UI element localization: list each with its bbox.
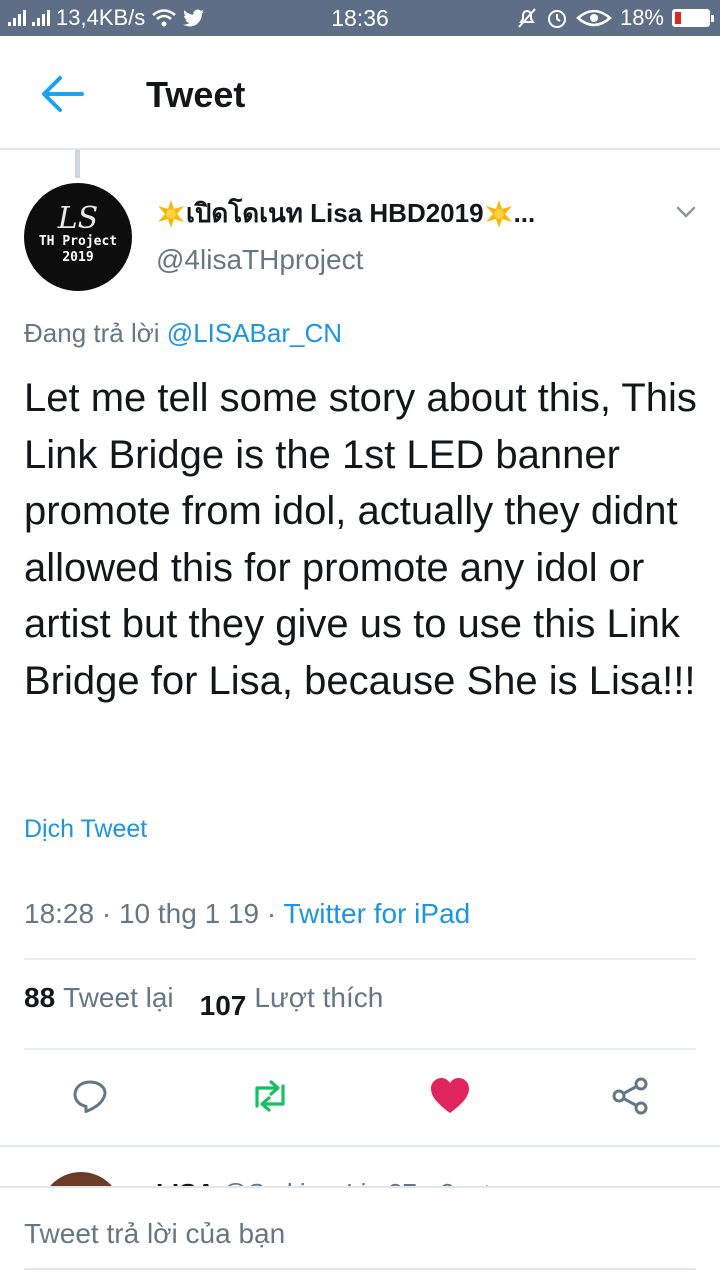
status-bar: 13,4KB/s 18:36 18%: [0, 0, 720, 36]
speech-bubble-icon: [73, 1080, 107, 1113]
tweet-time: 18:28: [24, 898, 95, 929]
replying-prefix: Đang trả lời: [24, 318, 160, 348]
battery-fill: [675, 12, 682, 24]
heart-icon: [431, 1078, 469, 1113]
eye-icon: [576, 9, 612, 27]
thread-connector-line: [75, 150, 80, 178]
share-button[interactable]: [604, 1070, 656, 1122]
mute-bell-icon: [518, 8, 536, 28]
reply-input[interactable]: Tweet trả lời của bạn: [24, 1218, 285, 1250]
arrow-left-icon: [42, 76, 84, 112]
share-icon: [612, 1077, 648, 1115]
star-burst-icon-2: [485, 199, 512, 228]
replying-to: Đang trả lời @LISABar_CN: [24, 318, 342, 349]
back-button[interactable]: [38, 74, 90, 114]
replying-to-mention[interactable]: @LISABar_CN: [167, 318, 342, 348]
page-title: Tweet: [146, 74, 246, 115]
display-name-ellipsis: ...: [513, 198, 536, 228]
retweet-icon: [255, 1080, 285, 1112]
avatar-monogram: LS: [57, 201, 99, 236]
tweet-body: Let me tell some story about this, This …: [24, 376, 697, 703]
tweet-actions: [0, 1070, 720, 1126]
battery-icon: [672, 9, 714, 27]
tweet-metadata: 18:28 · 10 thg 1 19 · Twitter for iPad: [24, 898, 470, 930]
retweet-button[interactable]: [244, 1070, 296, 1122]
divider-full: [0, 1145, 720, 1147]
translate-tweet-link[interactable]: Dịch Tweet: [24, 815, 147, 844]
tweet-source-link[interactable]: Twitter for iPad: [283, 898, 470, 929]
top-app-bar: Tweet: [0, 36, 720, 150]
reply-composer[interactable]: Tweet trả lời của bạn: [0, 1186, 720, 1280]
divider: [24, 958, 696, 960]
chevron-down-icon: [676, 206, 696, 218]
meta-separator-2: ·: [266, 898, 284, 929]
retweet-label[interactable]: Tweet lại: [63, 982, 174, 1014]
star-burst-icon: [158, 199, 184, 228]
alarm-icon: [547, 10, 566, 28]
like-button[interactable]: [424, 1070, 476, 1122]
divider-2: [24, 1048, 696, 1050]
avatar-label-line2: 2019: [62, 250, 94, 265]
avatar[interactable]: LS TH Project 2019: [24, 183, 132, 291]
tweet-stats: 88 Tweet lại 107 Lượt thích: [24, 982, 383, 1021]
reply-button[interactable]: [64, 1070, 116, 1122]
status-bar-right: 18%: [516, 0, 714, 36]
display-name-text: เปิดโดเนท Lisa HBD2019: [186, 198, 484, 228]
reply-input-underline: [24, 1268, 696, 1270]
battery-percent: 18%: [619, 5, 664, 30]
like-label[interactable]: Lượt thích: [254, 982, 383, 1014]
display-name[interactable]: เปิดโดเนท Lisa HBD2019 ...: [156, 193, 535, 234]
tweet-date: 10 thg 1 19: [118, 898, 260, 929]
like-count[interactable]: 107: [200, 990, 247, 1022]
next-reply-preview[interactable]: LISA @S...kiss_Li...27 · 3 ...t: [0, 1150, 720, 1190]
meta-separator: ·: [101, 898, 119, 929]
user-handle[interactable]: @4lisaTHproject: [156, 244, 363, 276]
avatar-label-line1: TH Project: [38, 234, 118, 249]
tweet-menu-button[interactable]: [674, 200, 698, 224]
retweet-count[interactable]: 88: [24, 982, 55, 1014]
